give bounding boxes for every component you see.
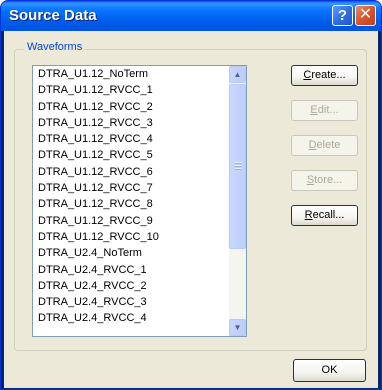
list-item[interactable]: DTRA_U1.12_RVCC_3 xyxy=(33,115,230,131)
waveforms-list: DTRA_U1.12_NoTerm DTRA_U1.12_RVCC_1 DTRA_U… xyxy=(33,66,230,327)
delete-label: elete xyxy=(316,139,341,151)
delete-button[interactable]: Delete xyxy=(291,135,358,156)
close-button[interactable]: ✕ xyxy=(355,5,376,26)
edit-label: dit... xyxy=(317,104,339,116)
list-item[interactable]: DTRA_U1.12_RVCC_1 xyxy=(33,82,230,98)
recall-accel: R xyxy=(304,209,313,221)
list-item[interactable]: DTRA_U2.4_RVCC_4 xyxy=(33,310,230,326)
waveforms-listbox[interactable]: DTRA_U1.12_NoTerm DTRA_U1.12_RVCC_1 DTRA_U… xyxy=(32,65,247,337)
list-item[interactable]: DTRA_U2.4_RVCC_1 xyxy=(33,262,230,278)
store-accel: S xyxy=(306,174,315,186)
list-item[interactable]: DTRA_U2.4_RVCC_3 xyxy=(33,294,230,310)
grip-line xyxy=(235,165,241,167)
list-item[interactable]: DTRA_U1.12_RVCC_9 xyxy=(33,213,230,229)
list-item[interactable]: DTRA_U1.12_RVCC_10 xyxy=(33,229,230,245)
source-data-dialog: Source Data ? ✕ Waveforms DTRA_U1.12_NoT… xyxy=(0,0,382,390)
edit-button[interactable]: Edit... xyxy=(291,100,358,121)
scroll-thumb[interactable] xyxy=(229,84,246,249)
list-item[interactable]: DTRA_U1.12_RVCC_7 xyxy=(33,180,230,196)
recall-button[interactable]: Recall... xyxy=(291,205,358,226)
list-item[interactable]: DTRA_U1.12_RVCC_5 xyxy=(33,147,230,163)
scroll-down-button[interactable]: ▼ xyxy=(229,319,246,336)
window-title: Source Data xyxy=(9,7,97,24)
store-label: tore... xyxy=(314,174,343,186)
title-bar[interactable]: Source Data ? ✕ xyxy=(1,1,381,31)
list-item[interactable]: DTRA_U1.12_RVCC_8 xyxy=(33,196,230,212)
list-item[interactable]: DTRA_U1.12_RVCC_2 xyxy=(33,99,230,115)
list-scrollbar[interactable]: ▲ ▼ xyxy=(229,66,246,336)
waveforms-group-label: Waveforms xyxy=(24,41,86,53)
list-item[interactable]: DTRA_U2.4_NoTerm xyxy=(33,245,230,261)
list-item[interactable]: DTRA_U2.4_RVCC_2 xyxy=(33,278,230,294)
scroll-up-button[interactable]: ▲ xyxy=(229,66,246,83)
edit-accel: E xyxy=(310,104,318,116)
delete-accel: D xyxy=(308,139,317,151)
ok-button[interactable]: OK xyxy=(293,359,366,382)
grip-line xyxy=(235,168,241,170)
create-button[interactable]: Create... xyxy=(291,65,358,86)
list-item[interactable]: DTRA_U1.12_RVCC_6 xyxy=(33,164,230,180)
help-button[interactable]: ? xyxy=(332,5,353,26)
dialog-body: Waveforms DTRA_U1.12_NoTerm DTRA_U1.12_RV… xyxy=(4,31,378,388)
recall-label: ecall... xyxy=(312,209,345,221)
store-button[interactable]: Store... xyxy=(291,170,358,191)
list-item[interactable]: DTRA_U1.12_NoTerm xyxy=(33,66,230,82)
grip-line xyxy=(235,162,241,164)
list-item[interactable]: DTRA_U1.12_RVCC_4 xyxy=(33,131,230,147)
create-label: reate... xyxy=(311,69,346,81)
